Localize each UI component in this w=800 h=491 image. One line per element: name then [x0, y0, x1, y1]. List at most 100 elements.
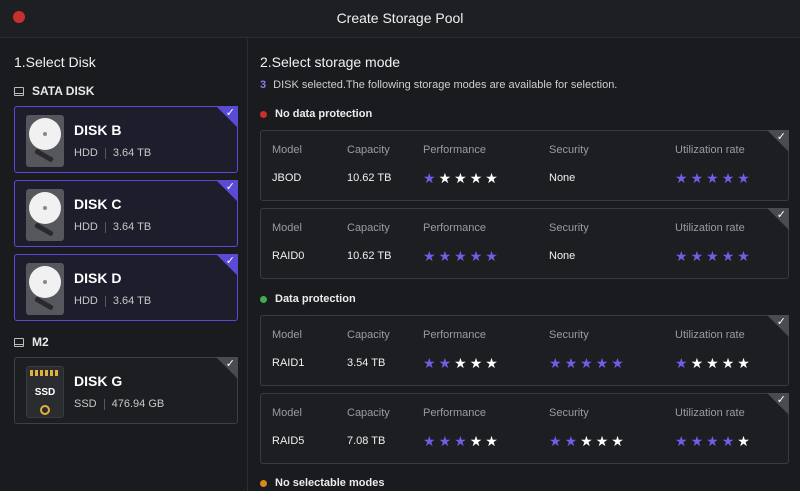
mode-capacity: 10.62 TB	[347, 172, 392, 184]
star-icon: ★	[438, 248, 455, 264]
star-icon: ★	[675, 170, 691, 186]
hdd-icon	[26, 115, 64, 167]
status-dot	[260, 110, 267, 118]
star-rating: ★★★★★	[549, 434, 627, 448]
star-icon: ★	[564, 355, 581, 371]
check-icon: ✓	[225, 107, 235, 119]
mode-card-raid1[interactable]: Model Capacity Performance Security Utilizat…	[260, 315, 789, 386]
disk-type: HDD	[74, 295, 98, 307]
check-icon: ✓	[776, 394, 786, 406]
disk-card-g[interactable]: SSD DISK G SSD 476.94 GB ✓	[14, 357, 238, 424]
column-header-performance: Performance	[423, 144, 486, 156]
column-header-performance: Performance	[423, 222, 486, 234]
status-dot	[260, 295, 267, 303]
star-icon: ★	[423, 433, 439, 449]
mode-card-raid0[interactable]: Model Capacity Performance Security Utilizat…	[260, 208, 789, 279]
star-icon: ★	[454, 170, 470, 186]
star-icon: ★	[485, 355, 501, 371]
disk-name: DISK G	[74, 373, 123, 389]
group-sata-disk: SATA DISK	[14, 84, 94, 98]
section-label: No data protection	[275, 108, 373, 120]
star-icon: ★	[595, 355, 612, 371]
column-header-model: Model	[272, 144, 302, 156]
disk-card-d[interactable]: DISK D HDD 3.64 TB ✓	[14, 254, 238, 321]
storage-mode-panel: 2.Select storage mode 3 DISK selected.The…	[249, 39, 800, 491]
star-rating: ★★★★★	[675, 171, 753, 185]
section-no-selectable: No selectable modes	[260, 477, 384, 489]
star-icon: ★	[438, 355, 455, 371]
section-label: Data protection	[275, 293, 356, 305]
mode-card-raid5[interactable]: Model Capacity Performance Security Utilizat…	[260, 393, 789, 464]
disk-name: DISK D	[74, 270, 122, 286]
star-icon: ★	[721, 355, 738, 371]
column-header-utilization: Utilization rate	[675, 222, 745, 234]
star-icon: ★	[737, 355, 753, 371]
disk-card-c[interactable]: DISK C HDD 3.64 TB ✓	[14, 180, 238, 247]
ssd-icon-label: SSD	[34, 387, 56, 398]
column-header-capacity: Capacity	[347, 329, 390, 341]
disk-type: SSD	[74, 398, 97, 410]
star-icon: ★	[580, 433, 596, 449]
section-no-data-protection: No data protection	[260, 108, 372, 120]
mode-capacity: 3.54 TB	[347, 357, 386, 369]
check-icon: ✓	[776, 131, 786, 143]
star-icon: ★	[737, 248, 753, 264]
check-icon: ✓	[225, 358, 235, 370]
column-header-capacity: Capacity	[347, 222, 390, 234]
divider	[104, 221, 106, 233]
disk-meta: HDD 3.64 TB	[74, 147, 151, 159]
star-icon: ★	[737, 170, 753, 186]
status-dot	[260, 479, 267, 487]
star-icon: ★	[675, 248, 691, 264]
drive-icon	[14, 337, 24, 347]
star-icon: ★	[675, 433, 691, 449]
column-header-model: Model	[272, 222, 302, 234]
star-icon: ★	[438, 433, 455, 449]
hdd-icon	[26, 263, 64, 315]
select-disk-heading: 1.Select Disk	[14, 54, 96, 70]
star-icon: ★	[485, 170, 501, 186]
star-icon: ★	[737, 433, 753, 449]
column-header-model: Model	[272, 329, 302, 341]
star-icon: ★	[706, 355, 722, 371]
star-rating: ★★★★★	[675, 249, 753, 263]
group-m2: M2	[14, 335, 49, 349]
star-icon: ★	[549, 433, 565, 449]
selection-info: 3 DISK selected.The following storage mod…	[260, 79, 617, 91]
mode-model: JBOD	[272, 172, 302, 184]
group-label: SATA DISK	[32, 84, 95, 98]
check-icon: ✓	[225, 255, 235, 267]
disk-size: 3.64 TB	[112, 295, 152, 307]
check-icon: ✓	[776, 209, 786, 221]
star-icon: ★	[706, 433, 722, 449]
disk-meta: HDD 3.64 TB	[74, 221, 151, 233]
star-icon: ★	[454, 248, 470, 264]
disk-name: DISK B	[74, 122, 122, 138]
disk-meta: HDD 3.64 TB	[74, 295, 151, 307]
disk-meta: SSD 476.94 GB	[74, 398, 164, 410]
selected-count: 3	[260, 79, 267, 91]
mode-capacity: 7.08 TB	[347, 435, 386, 447]
star-rating: ★★★★★	[675, 434, 753, 448]
mode-card-jbod[interactable]: Model Capacity Performance Security Utilizat…	[260, 130, 789, 201]
star-rating: ★★★★★	[423, 171, 501, 185]
disk-name: DISK C	[74, 196, 122, 212]
star-icon: ★	[580, 355, 596, 371]
mode-model: RAID5	[272, 435, 305, 447]
star-icon: ★	[423, 170, 439, 186]
column-header-security: Security	[549, 407, 589, 419]
star-rating: ★★★★★	[423, 249, 501, 263]
title-bar: Create Storage Pool	[0, 0, 800, 38]
star-icon: ★	[469, 170, 486, 186]
column-header-security: Security	[549, 329, 589, 341]
disk-size: 3.64 TB	[112, 221, 152, 233]
divider	[104, 147, 106, 159]
disk-card-b[interactable]: DISK B HDD 3.64 TB ✓	[14, 106, 238, 173]
section-data-protection: Data protection	[260, 293, 356, 305]
hdd-icon	[26, 189, 64, 241]
divider	[104, 295, 106, 307]
star-icon: ★	[549, 355, 565, 371]
mode-model: RAID0	[272, 250, 305, 262]
disk-select-panel: 1.Select Disk SATA DISK DISK B HDD 3.64 …	[0, 39, 248, 491]
column-header-performance: Performance	[423, 407, 486, 419]
